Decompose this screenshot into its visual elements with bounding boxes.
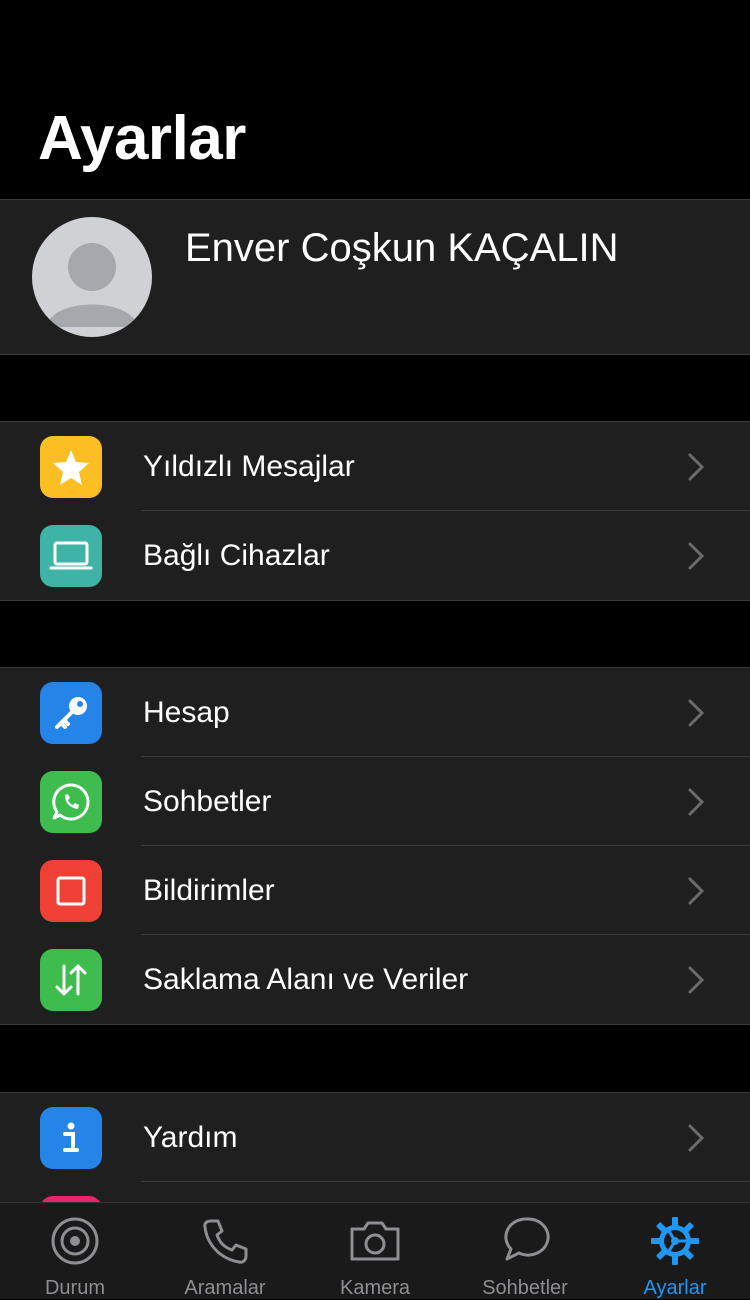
- chevron-right-icon: [688, 788, 705, 816]
- settings-group-1: Yıldızlı Mesajlar Bağlı Cihazlar: [0, 421, 750, 601]
- row-label: Bildirimler: [143, 874, 275, 907]
- tab-settings[interactable]: Ayarlar: [600, 1203, 750, 1300]
- tab-label: Kamera: [339, 1277, 411, 1299]
- tab-camera[interactable]: Kamera: [300, 1203, 450, 1300]
- chevron-right-icon: [688, 966, 705, 994]
- tab-calls[interactable]: Aramalar: [150, 1203, 300, 1300]
- chevron-right-icon: [688, 877, 705, 905]
- row-label: Bağlı Cihazlar: [143, 539, 330, 572]
- tab-chats[interactable]: Sohbetler: [450, 1203, 600, 1300]
- tab-bar: Durum Aramalar Kamera Sohbetler Ayarlar: [0, 1202, 750, 1299]
- tab-label: Sohbetler: [482, 1277, 568, 1299]
- whatsapp-icon: [40, 771, 102, 833]
- tab-label: Aramalar: [184, 1277, 266, 1299]
- row-help[interactable]: Yardım: [0, 1093, 750, 1182]
- avatar[interactable]: [32, 217, 152, 337]
- chevron-right-icon: [688, 1124, 705, 1152]
- row-label: Sohbetler: [143, 785, 272, 818]
- separator: [141, 1181, 750, 1182]
- settings-group-2: Hesap Sohbetler Bildirimler Saklama Alan…: [0, 667, 750, 1025]
- camera-icon: [350, 1221, 400, 1261]
- row-storage-data[interactable]: Saklama Alanı ve Veriler: [0, 935, 750, 1024]
- notification-icon: [40, 860, 102, 922]
- tab-label: Durum: [44, 1277, 105, 1299]
- row-starred-messages[interactable]: Yıldızlı Mesajlar: [0, 422, 750, 511]
- row-label: Saklama Alanı ve Veriler: [143, 963, 469, 996]
- person-placeholder-icon: [46, 243, 138, 327]
- row-label: Yıldızlı Mesajlar: [143, 450, 355, 483]
- chevron-right-icon: [688, 542, 705, 570]
- chat-bubble-icon: [504, 1217, 550, 1261]
- star-icon: [40, 436, 102, 498]
- page-title: Ayarlar: [38, 104, 246, 173]
- chevron-right-icon: [688, 699, 705, 727]
- row-notifications[interactable]: Bildirimler: [0, 846, 750, 935]
- row-chats[interactable]: Sohbetler: [0, 757, 750, 846]
- row-label: Hesap: [143, 696, 230, 729]
- tab-label: Ayarlar: [643, 1277, 707, 1299]
- data-arrows-icon: [40, 949, 102, 1011]
- info-icon: [40, 1107, 102, 1169]
- row-linked-devices[interactable]: Bağlı Cihazlar: [0, 511, 750, 600]
- gear-icon: [651, 1217, 699, 1265]
- row-account[interactable]: Hesap: [0, 668, 750, 757]
- row-label: Yardım: [143, 1121, 238, 1154]
- chevron-right-icon: [688, 453, 705, 481]
- key-icon: [40, 682, 102, 744]
- laptop-icon: [40, 525, 102, 587]
- phone-icon: [203, 1219, 248, 1264]
- status-icon: [51, 1217, 99, 1265]
- profile-name: Enver Coşkun KAÇALIN: [185, 226, 619, 270]
- profile-card[interactable]: Enver Coşkun KAÇALIN: [0, 199, 750, 355]
- tab-status[interactable]: Durum: [0, 1203, 150, 1300]
